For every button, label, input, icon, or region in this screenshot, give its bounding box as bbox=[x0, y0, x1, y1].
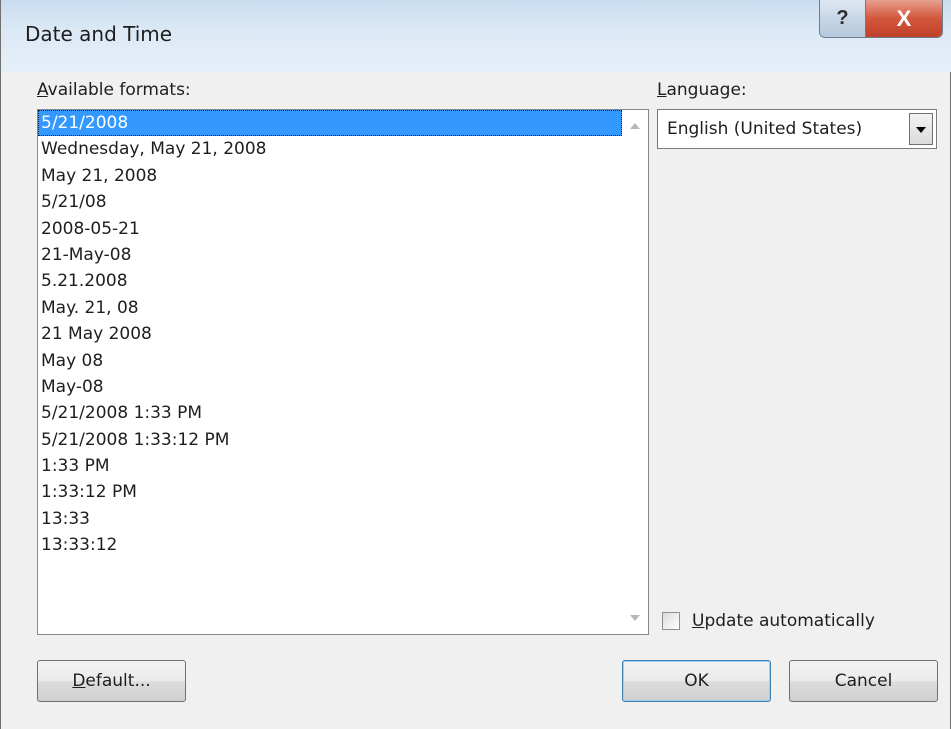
list-item[interactable]: 1:33:12 PM bbox=[38, 479, 622, 505]
formats-list-items: 5/21/2008 Wednesday, May 21, 2008 May 21, … bbox=[38, 110, 622, 634]
help-icon[interactable]: ? bbox=[820, 0, 866, 37]
list-item[interactable]: 21 May 2008 bbox=[38, 321, 622, 347]
date-time-dialog: Date and Time ? X Available formats: 5/2… bbox=[0, 0, 951, 729]
language-label: Language: bbox=[657, 80, 747, 100]
dialog-title: Date and Time bbox=[25, 22, 173, 46]
list-item[interactable]: 13:33 bbox=[38, 506, 622, 532]
dialog-body: Available formats: 5/21/2008 Wednesday, M… bbox=[10, 72, 942, 720]
list-item[interactable]: 13:33:12 bbox=[38, 532, 622, 558]
chevron-down-icon[interactable] bbox=[909, 113, 933, 145]
list-item[interactable]: 5/21/2008 1:33:12 PM bbox=[38, 427, 622, 453]
list-item[interactable]: 5/21/2008 1:33 PM bbox=[38, 400, 622, 426]
list-item[interactable]: 21-May-08 bbox=[38, 242, 622, 268]
list-item[interactable]: May 21, 2008 bbox=[38, 163, 622, 189]
title-bar-buttons: ? X bbox=[819, 0, 943, 38]
cancel-button[interactable]: Cancel bbox=[789, 660, 938, 702]
ok-button[interactable]: OK bbox=[622, 660, 771, 702]
list-item[interactable]: Wednesday, May 21, 2008 bbox=[38, 136, 622, 162]
list-item[interactable]: May 08 bbox=[38, 348, 622, 374]
list-item[interactable]: 5.21.2008 bbox=[38, 268, 622, 294]
available-formats-label: Available formats: bbox=[37, 80, 191, 100]
list-item[interactable]: May-08 bbox=[38, 374, 622, 400]
update-automatically-row[interactable]: Update automatically bbox=[662, 610, 875, 632]
update-automatically-checkbox[interactable] bbox=[662, 612, 680, 630]
list-item[interactable]: 5/21/2008 bbox=[38, 110, 622, 137]
list-item[interactable]: 2008-05-21 bbox=[38, 216, 622, 242]
update-automatically-label[interactable]: Update automatically bbox=[692, 611, 875, 631]
close-icon[interactable]: X bbox=[866, 0, 942, 37]
language-value: English (United States) bbox=[667, 119, 863, 139]
list-scrollbar[interactable] bbox=[622, 110, 648, 634]
scroll-down-icon[interactable] bbox=[630, 615, 640, 621]
available-formats-list[interactable]: 5/21/2008 Wednesday, May 21, 2008 May 21, … bbox=[37, 109, 649, 635]
list-item[interactable]: 5/21/08 bbox=[38, 189, 622, 215]
language-select[interactable]: English (United States) bbox=[657, 109, 937, 149]
list-item[interactable]: May. 21, 08 bbox=[38, 295, 622, 321]
scroll-up-icon[interactable] bbox=[630, 123, 640, 129]
title-bar: Date and Time ? X bbox=[1, 0, 951, 72]
default-button[interactable]: Default... bbox=[37, 660, 186, 702]
list-item[interactable]: 1:33 PM bbox=[38, 453, 622, 479]
